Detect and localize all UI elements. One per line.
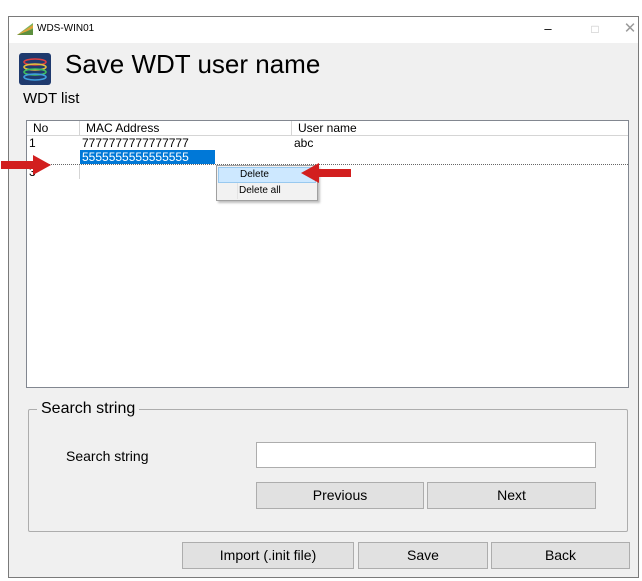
previous-button[interactable]: Previous <box>256 482 424 509</box>
search-input[interactable] <box>256 442 596 468</box>
table-row[interactable]: 1 7777777777777777 abc <box>27 136 628 150</box>
menu-item-delete-all[interactable]: Delete all <box>218 183 316 199</box>
wdt-list-label: WDT list <box>23 90 80 107</box>
minimize-button[interactable]: – <box>533 17 563 43</box>
window-title: WDS-WIN01 <box>37 23 95 34</box>
table-row-selected[interactable]: 5555555555555555 <box>27 150 628 164</box>
search-group-title: Search string <box>37 400 140 418</box>
red-arrow-icon <box>301 163 351 183</box>
save-button[interactable]: Save <box>358 542 488 569</box>
search-group: Search string Search string Previous Nex… <box>28 400 628 532</box>
maximize-button[interactable]: □ <box>580 17 610 43</box>
row-mac-address: 5555555555555555 <box>80 150 215 164</box>
app-window: WDS-WIN01 – □ ✕ Save WDT user name WDT l… <box>1 16 639 578</box>
list-header: No MAC Address User name <box>27 121 628 136</box>
wdt-list-view[interactable]: No MAC Address User name 1 7777777777777… <box>26 120 629 388</box>
column-header-mac-address[interactable]: MAC Address <box>80 121 292 135</box>
page-title: Save WDT user name <box>65 49 321 79</box>
app-icon <box>17 23 33 35</box>
row-no: 1 <box>29 136 36 150</box>
column-header-no[interactable]: No <box>27 121 80 135</box>
red-arrow-icon <box>1 155 51 175</box>
row-user-name <box>292 150 630 164</box>
logo-icon <box>19 53 51 85</box>
column-header-user-name[interactable]: User name <box>292 121 630 135</box>
title-bar: WDS-WIN01 – □ ✕ <box>9 17 638 43</box>
search-string-label: Search string <box>66 448 149 464</box>
next-button[interactable]: Next <box>427 482 596 509</box>
import-button[interactable]: Import (.init file) <box>182 542 354 569</box>
back-button[interactable]: Back <box>491 542 630 569</box>
close-button[interactable]: ✕ <box>615 17 642 43</box>
row-mac-address: 7777777777777777 <box>82 136 189 150</box>
row-user-name: abc <box>294 136 314 150</box>
